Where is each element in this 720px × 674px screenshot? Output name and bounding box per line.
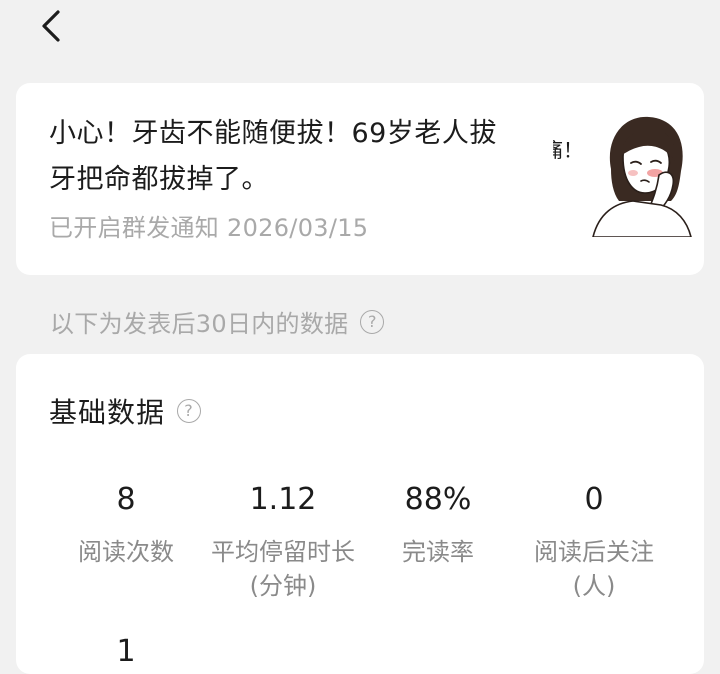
article-meta: 已开启群发通知 2026/03/15	[49, 214, 369, 242]
metric-value: 0	[584, 482, 604, 517]
metric-label: 阅读后关注(人)	[534, 538, 654, 600]
back-button[interactable]	[32, 4, 76, 48]
metric-value: 88%	[404, 482, 472, 517]
metric-completion-rate: 88% 完读率	[358, 482, 518, 569]
article-thumbnail: 痛！	[553, 109, 695, 237]
article-card[interactable]: 小心！牙齿不能随便拔！69岁老人拔牙把命都拔掉了。 已开启群发通知 2026/0…	[16, 83, 704, 275]
metric-label: 平均停留时长(分钟)	[211, 538, 355, 600]
chevron-left-icon	[42, 10, 60, 42]
thumb-caption: 痛！	[553, 138, 583, 162]
metric-label: 完读率	[402, 538, 474, 566]
metric-value: 1	[116, 634, 136, 669]
article-title: 小心！牙齿不能随便拔！69岁老人拔牙把命都拔掉了。	[49, 118, 497, 195]
metric-read-count: 8 阅读次数	[46, 482, 206, 569]
question-circle-icon[interactable]: ?	[177, 399, 202, 423]
basic-stats-card: 基础数据 ? 8 阅读次数 1.12 平均停留时长(分钟) 88% 完读率 0 …	[16, 354, 704, 674]
metric-value: 8	[116, 482, 136, 517]
data-range-note: 以下为发表后30日内的数据 ?	[50, 304, 385, 339]
question-circle-icon[interactable]: ?	[360, 309, 385, 334]
metric-avg-stay-time: 1.12 平均停留时长(分钟)	[203, 482, 363, 603]
metric-label: 阅读次数	[78, 538, 174, 566]
data-range-text: 以下为发表后30日内的数据	[50, 310, 349, 338]
basic-stats-title: 基础数据	[49, 396, 166, 429]
metric-follows-after-read: 0 阅读后关注(人)	[514, 482, 674, 603]
basic-stats-heading: 基础数据 ?	[49, 391, 202, 431]
metric-value: 1.12	[249, 482, 317, 517]
metric-fifth: 1	[46, 634, 206, 670]
